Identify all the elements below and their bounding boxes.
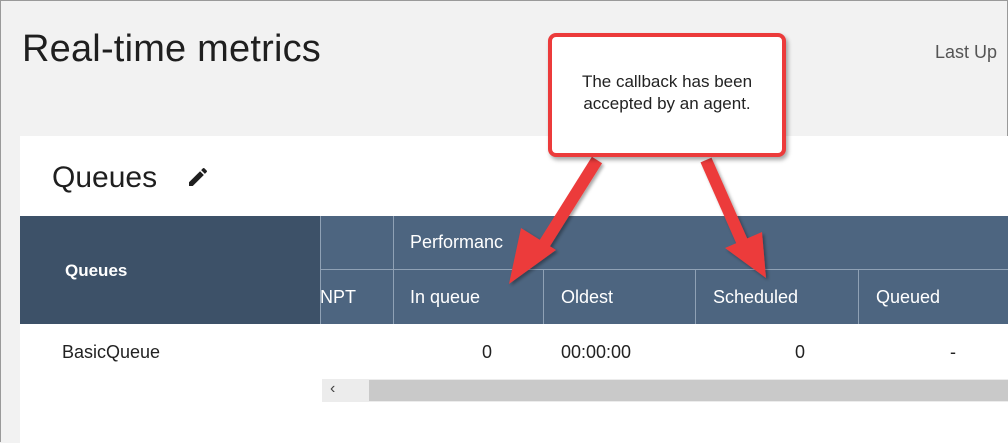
panel-title: Queues — [52, 161, 158, 194]
column-header-queues[interactable]: Queues — [65, 261, 127, 281]
divider — [858, 269, 859, 324]
divider — [320, 269, 1008, 270]
callout-text: The callback has been accepted by an age… — [581, 72, 753, 113]
queues-panel: Queues Queues NPT Performanc In queue Ol… — [20, 136, 1008, 443]
queued-cell: - — [950, 342, 956, 362]
oldest-cell: 00:00:00 — [561, 342, 632, 362]
column-header-queued[interactable]: Queued — [876, 287, 940, 308]
column-header-npt[interactable]: NPT — [320, 287, 356, 308]
column-header-scheduled[interactable]: Scheduled — [713, 287, 798, 308]
in-queue-cell: 0 — [482, 342, 493, 362]
page-title: Real-time metrics — [22, 28, 321, 70]
scroll-left-arrow-icon[interactable]: ‹ — [330, 380, 335, 398]
scheduled-cell: 0 — [795, 342, 806, 362]
column-header-oldest[interactable]: Oldest — [561, 287, 613, 308]
divider — [543, 269, 544, 324]
pencil-icon[interactable] — [186, 165, 210, 189]
queue-name-cell[interactable]: BasicQueue — [62, 342, 160, 363]
last-updated-label: Last Up — [935, 42, 998, 62]
scrollbar-thumb[interactable] — [369, 380, 1008, 401]
column-header-in-queue[interactable]: In queue — [410, 287, 480, 308]
divider — [393, 216, 394, 324]
divider — [695, 269, 696, 324]
callout-box: The callback has been accepted by an age… — [548, 33, 786, 157]
column-group-performance: Performanc — [410, 232, 504, 252]
